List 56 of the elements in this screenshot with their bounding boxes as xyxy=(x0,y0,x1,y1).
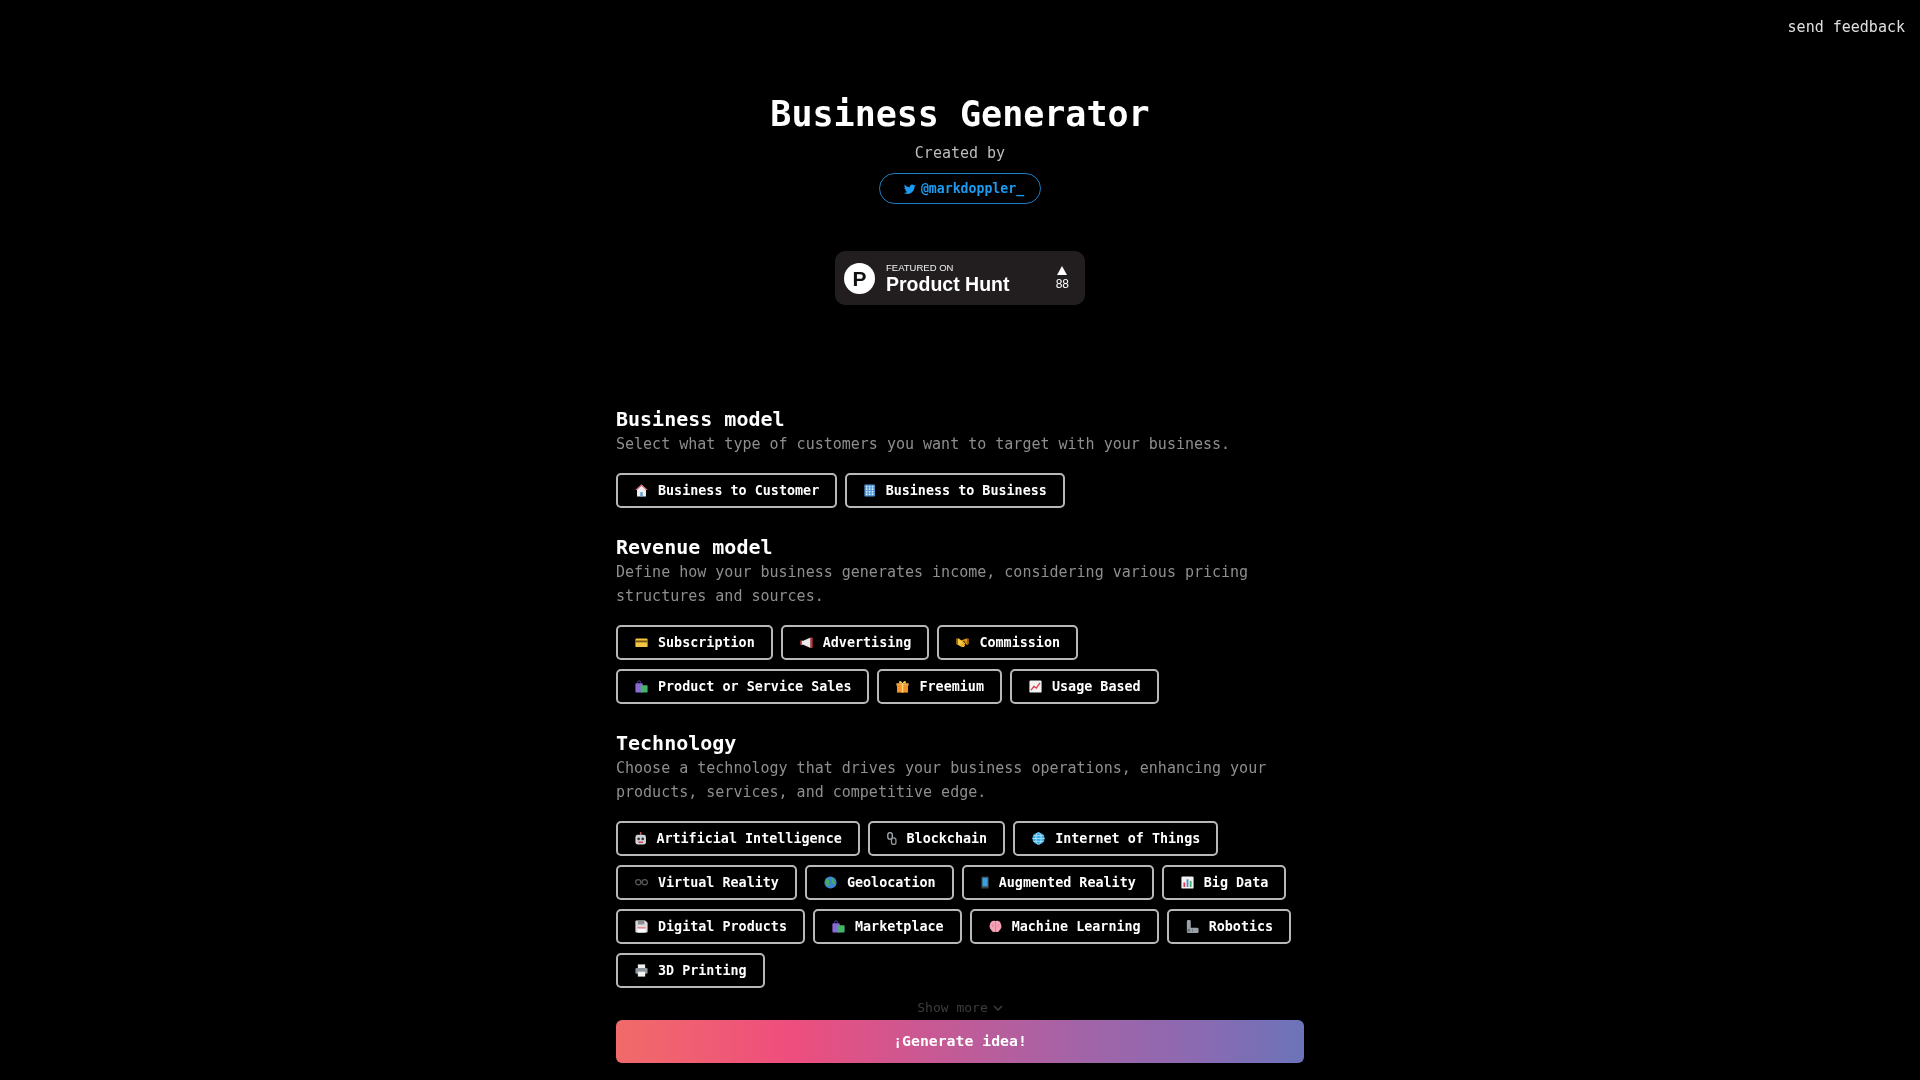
generate-button[interactable]: ¡Generate idea! xyxy=(616,1020,1304,1063)
section-description: Define how your business generates income, considering various pricing structures and sources. xyxy=(616,562,1250,607)
section-heading: Revenue model xyxy=(616,535,774,559)
option-button[interactable]: Robotics xyxy=(1166,909,1292,944)
printer-icon xyxy=(635,964,648,977)
glasses-icon xyxy=(635,879,648,886)
option-button[interactable]: Augmented Reality xyxy=(961,865,1154,900)
option-button[interactable]: Artificial Intelligence xyxy=(616,821,860,856)
robotic-arm-icon xyxy=(1185,920,1199,933)
option-button[interactable]: Business to Business xyxy=(845,473,1065,508)
globe-icon xyxy=(1032,832,1046,845)
option-button[interactable]: Virtual Reality xyxy=(616,865,797,900)
chevron-down-icon xyxy=(992,1005,1003,1011)
section-heading: Technology xyxy=(616,731,738,755)
option-button[interactable]: Usage Based xyxy=(1010,669,1159,704)
brain-icon xyxy=(988,920,1002,933)
option-button[interactable]: Advertising xyxy=(780,625,930,660)
option-button[interactable]: Big Data xyxy=(1161,865,1287,900)
phone-icon xyxy=(980,876,989,889)
gift-icon xyxy=(896,680,910,693)
shopping-bags-icon xyxy=(635,680,648,693)
option-button[interactable]: Internet of Things xyxy=(1013,821,1219,856)
badge-logo: P xyxy=(844,262,875,294)
triangle-icon xyxy=(1057,265,1068,275)
option-button[interactable]: Geolocation xyxy=(804,865,954,900)
bird-icon xyxy=(903,183,916,194)
chain-icon xyxy=(886,832,897,845)
section-description: Select what type of customers you want to target with your business. xyxy=(616,434,1232,455)
section-description: Choose a technology that drives your business operations, enhancing your products, services, and competitive edge. xyxy=(616,758,1268,803)
house-icon xyxy=(635,484,648,497)
section-heading: Business model xyxy=(616,407,786,431)
option-button[interactable]: Machine Learning xyxy=(969,909,1159,944)
megaphone-icon xyxy=(799,636,813,649)
option-button[interactable]: 3D Printing xyxy=(616,953,765,988)
option-button[interactable]: Digital Products xyxy=(616,909,805,944)
vote-count: 88 xyxy=(1055,277,1069,291)
shopping-bags-icon xyxy=(832,920,845,933)
option-button[interactable]: Business to Customer xyxy=(616,473,838,508)
page-title: Business Generator xyxy=(769,93,1151,136)
feedback-link[interactable]: send feedback xyxy=(1787,16,1905,38)
robot-icon xyxy=(635,832,647,845)
option-button[interactable]: Subscription xyxy=(616,625,773,660)
handshake-icon xyxy=(956,637,970,648)
office-building-icon xyxy=(864,484,876,497)
credit-card-icon xyxy=(635,637,648,648)
option-button[interactable]: Freemium xyxy=(877,669,1002,704)
option-button[interactable]: Marketplace xyxy=(813,909,962,944)
option-button[interactable]: Product or Service Sales xyxy=(616,669,870,704)
product-hunt-name: Product Hunt xyxy=(886,272,1010,295)
option-button[interactable]: Commission xyxy=(937,625,1079,660)
bar-chart-icon xyxy=(1180,876,1194,889)
featured-label: FEATURED ON xyxy=(886,261,955,273)
option-button[interactable]: Blockchain xyxy=(867,821,1006,856)
credit-text: Created by xyxy=(913,143,1007,164)
rising-chart-icon xyxy=(1029,680,1042,693)
earth-icon xyxy=(823,876,837,889)
